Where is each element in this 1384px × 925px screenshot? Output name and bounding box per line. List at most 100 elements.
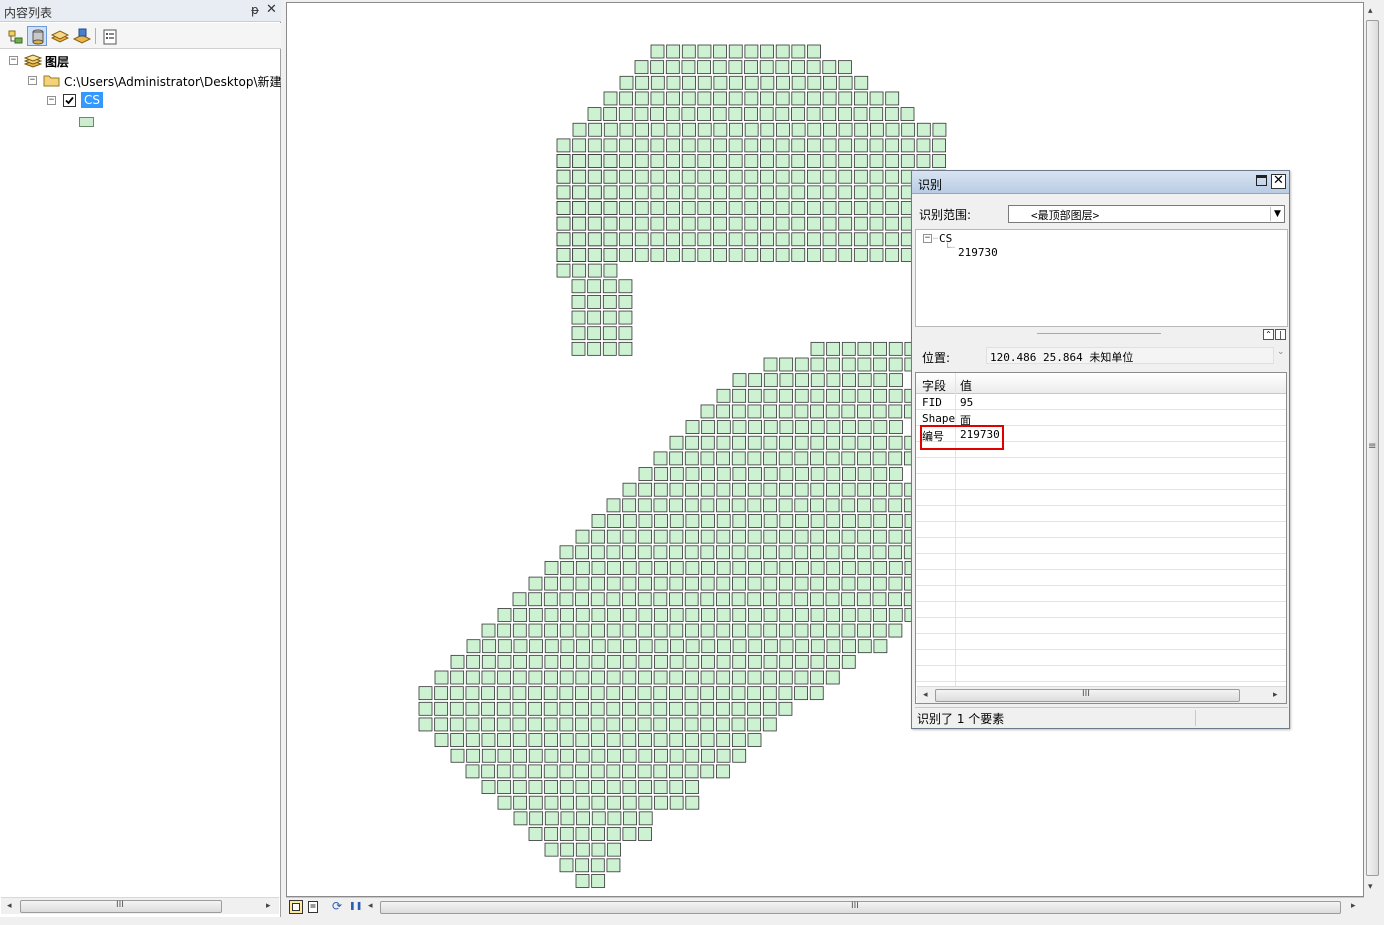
map-feature-polygon[interactable] [810,420,825,435]
map-feature-polygon[interactable] [716,482,731,497]
map-feature-polygon[interactable] [482,639,497,654]
map-feature-polygon[interactable] [716,467,731,481]
map-feature-polygon[interactable] [900,154,915,168]
map-feature-polygon[interactable] [810,482,825,497]
map-feature-polygon[interactable] [715,764,730,779]
map-feature-polygon[interactable] [622,701,636,716]
map-feature-polygon[interactable] [528,623,543,638]
map-feature-polygon[interactable] [623,811,637,826]
map-feature-polygon[interactable] [634,107,649,121]
map-feature-polygon[interactable] [681,232,696,247]
map-feature-polygon[interactable] [747,404,762,419]
map-feature-polygon[interactable] [684,717,699,732]
map-feature-polygon[interactable] [760,216,774,231]
map-feature-polygon[interactable] [794,404,809,419]
map-feature-polygon[interactable] [634,169,649,184]
map-feature-polygon[interactable] [838,248,853,262]
map-feature-polygon[interactable] [700,592,715,607]
map-feature-polygon[interactable] [650,75,665,90]
map-feature-polygon[interactable] [810,451,824,466]
map-feature-polygon[interactable] [622,545,637,560]
map-feature-polygon[interactable] [779,608,794,622]
map-feature-polygon[interactable] [716,545,730,560]
map-feature-polygon[interactable] [572,169,587,184]
map-feature-polygon[interactable] [622,795,637,810]
map-feature-polygon[interactable] [481,654,496,669]
map-feature-polygon[interactable] [434,701,449,716]
map-feature-polygon[interactable] [810,545,824,560]
map-feature-polygon[interactable] [826,435,840,450]
map-feature-polygon[interactable] [728,44,743,59]
map-feature-polygon[interactable] [744,91,759,106]
map-feature-polygon[interactable] [685,780,699,794]
map-feature-polygon[interactable] [666,122,681,137]
map-feature-polygon[interactable] [650,154,665,168]
map-feature-polygon[interactable] [701,561,715,575]
map-feature-polygon[interactable] [810,608,825,622]
map-feature-polygon[interactable] [701,467,716,481]
map-feature-polygon[interactable] [634,154,649,168]
map-feature-polygon[interactable] [418,701,433,716]
map-feature-polygon[interactable] [607,795,621,810]
map-feature-polygon[interactable] [731,686,746,701]
map-feature-polygon[interactable] [807,75,822,90]
map-feature-polygon[interactable] [602,279,617,294]
map-feature-polygon[interactable] [465,701,480,716]
map-feature-polygon[interactable] [763,404,778,419]
map-feature-polygon[interactable] [587,216,602,231]
map-feature-polygon[interactable] [653,670,668,685]
map-feature-polygon[interactable] [619,75,634,90]
map-feature-polygon[interactable] [873,561,888,575]
map-feature-polygon[interactable] [637,717,652,732]
map-feature-polygon[interactable] [681,169,696,184]
map-feature-polygon[interactable] [684,498,699,513]
map-feature-polygon[interactable] [465,670,480,685]
map-feature-polygon[interactable] [775,201,790,215]
map-feature-polygon[interactable] [872,404,887,419]
map-feature-polygon[interactable] [700,686,715,701]
map-feature-polygon[interactable] [481,670,496,685]
map-feature-polygon[interactable] [590,701,605,716]
map-feature-polygon[interactable] [825,545,840,560]
map-feature-polygon[interactable] [712,60,727,75]
map-feature-polygon[interactable] [853,138,868,153]
map-feature-polygon[interactable] [575,858,590,873]
map-feature-polygon[interactable] [795,639,810,654]
scroll-left-icon[interactable]: ◂ [7,901,12,911]
map-feature-polygon[interactable] [791,44,806,59]
map-feature-polygon[interactable] [809,686,824,701]
map-feature-polygon[interactable] [713,138,727,153]
map-feature-polygon[interactable] [544,733,558,747]
map-feature-polygon[interactable] [888,341,903,356]
map-feature-polygon[interactable] [665,60,680,75]
map-feature-polygon[interactable] [544,639,559,654]
map-feature-polygon[interactable] [434,686,449,701]
grid-horizontal-scrollbar[interactable]: ◂ III ▸ [917,686,1286,703]
map-feature-polygon[interactable] [869,185,884,200]
map-feature-polygon[interactable] [853,248,868,262]
map-feature-polygon[interactable] [762,701,777,716]
map-feature-polygon[interactable] [857,498,871,513]
map-feature-polygon[interactable] [822,154,837,168]
map-feature-polygon[interactable] [634,201,649,215]
map-feature-polygon[interactable] [697,216,712,231]
map-feature-polygon[interactable] [607,514,622,528]
map-feature-polygon[interactable] [838,138,853,153]
map-feature-polygon[interactable] [744,248,759,262]
map-feature-polygon[interactable] [653,576,668,591]
map-feature-polygon[interactable] [700,748,715,763]
map-feature-polygon[interactable] [873,435,887,450]
layout-view-icon[interactable] [307,900,319,914]
map-feature-polygon[interactable] [775,185,790,200]
map-feature-polygon[interactable] [653,592,668,607]
map-feature-polygon[interactable] [747,608,762,622]
map-feature-polygon[interactable] [575,670,590,685]
map-feature-polygon[interactable] [778,498,793,513]
map-feature-polygon[interactable] [496,764,511,779]
map-feature-polygon[interactable] [571,294,586,309]
map-feature-polygon[interactable] [763,498,777,513]
map-feature-polygon[interactable] [853,154,868,168]
field-column-header[interactable]: 字段 [922,377,946,394]
map-feature-polygon[interactable] [529,811,544,826]
map-feature-polygon[interactable] [885,169,900,184]
